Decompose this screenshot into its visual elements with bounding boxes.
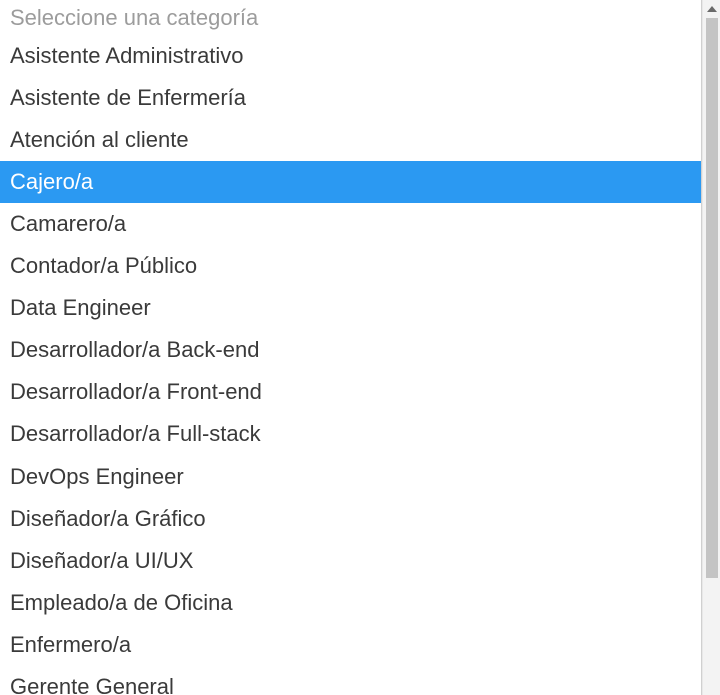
scroll-up-button[interactable] bbox=[703, 0, 720, 18]
dropdown-option[interactable]: Desarrollador/a Back-end bbox=[0, 329, 701, 371]
dropdown-option[interactable]: DevOps Engineer bbox=[0, 456, 701, 498]
dropdown-option[interactable]: Gerente General bbox=[0, 666, 701, 695]
dropdown-option[interactable]: Enfermero/a bbox=[0, 624, 701, 666]
dropdown-option[interactable]: Camarero/a bbox=[0, 203, 701, 245]
dropdown-option[interactable]: Desarrollador/a Full-stack bbox=[0, 413, 701, 455]
dropdown-option[interactable]: Asistente de Enfermería bbox=[0, 77, 701, 119]
category-dropdown-list[interactable]: Seleccione una categoría Asistente Admin… bbox=[0, 0, 702, 695]
scrollbar-track[interactable] bbox=[702, 0, 720, 695]
scrollbar-thumb[interactable] bbox=[706, 18, 718, 578]
dropdown-option[interactable]: Diseñador/a UI/UX bbox=[0, 540, 701, 582]
dropdown-option[interactable]: Asistente Administrativo bbox=[0, 35, 701, 77]
dropdown-option[interactable]: Atención al cliente bbox=[0, 119, 701, 161]
dropdown-option[interactable]: Cajero/a bbox=[0, 161, 701, 203]
dropdown-placeholder: Seleccione una categoría bbox=[0, 0, 701, 35]
dropdown-option[interactable]: Empleado/a de Oficina bbox=[0, 582, 701, 624]
dropdown-option[interactable]: Contador/a Público bbox=[0, 245, 701, 287]
dropdown-option[interactable]: Desarrollador/a Front-end bbox=[0, 371, 701, 413]
chevron-up-icon bbox=[707, 6, 717, 12]
dropdown-option[interactable]: Data Engineer bbox=[0, 287, 701, 329]
dropdown-option[interactable]: Diseñador/a Gráfico bbox=[0, 498, 701, 540]
